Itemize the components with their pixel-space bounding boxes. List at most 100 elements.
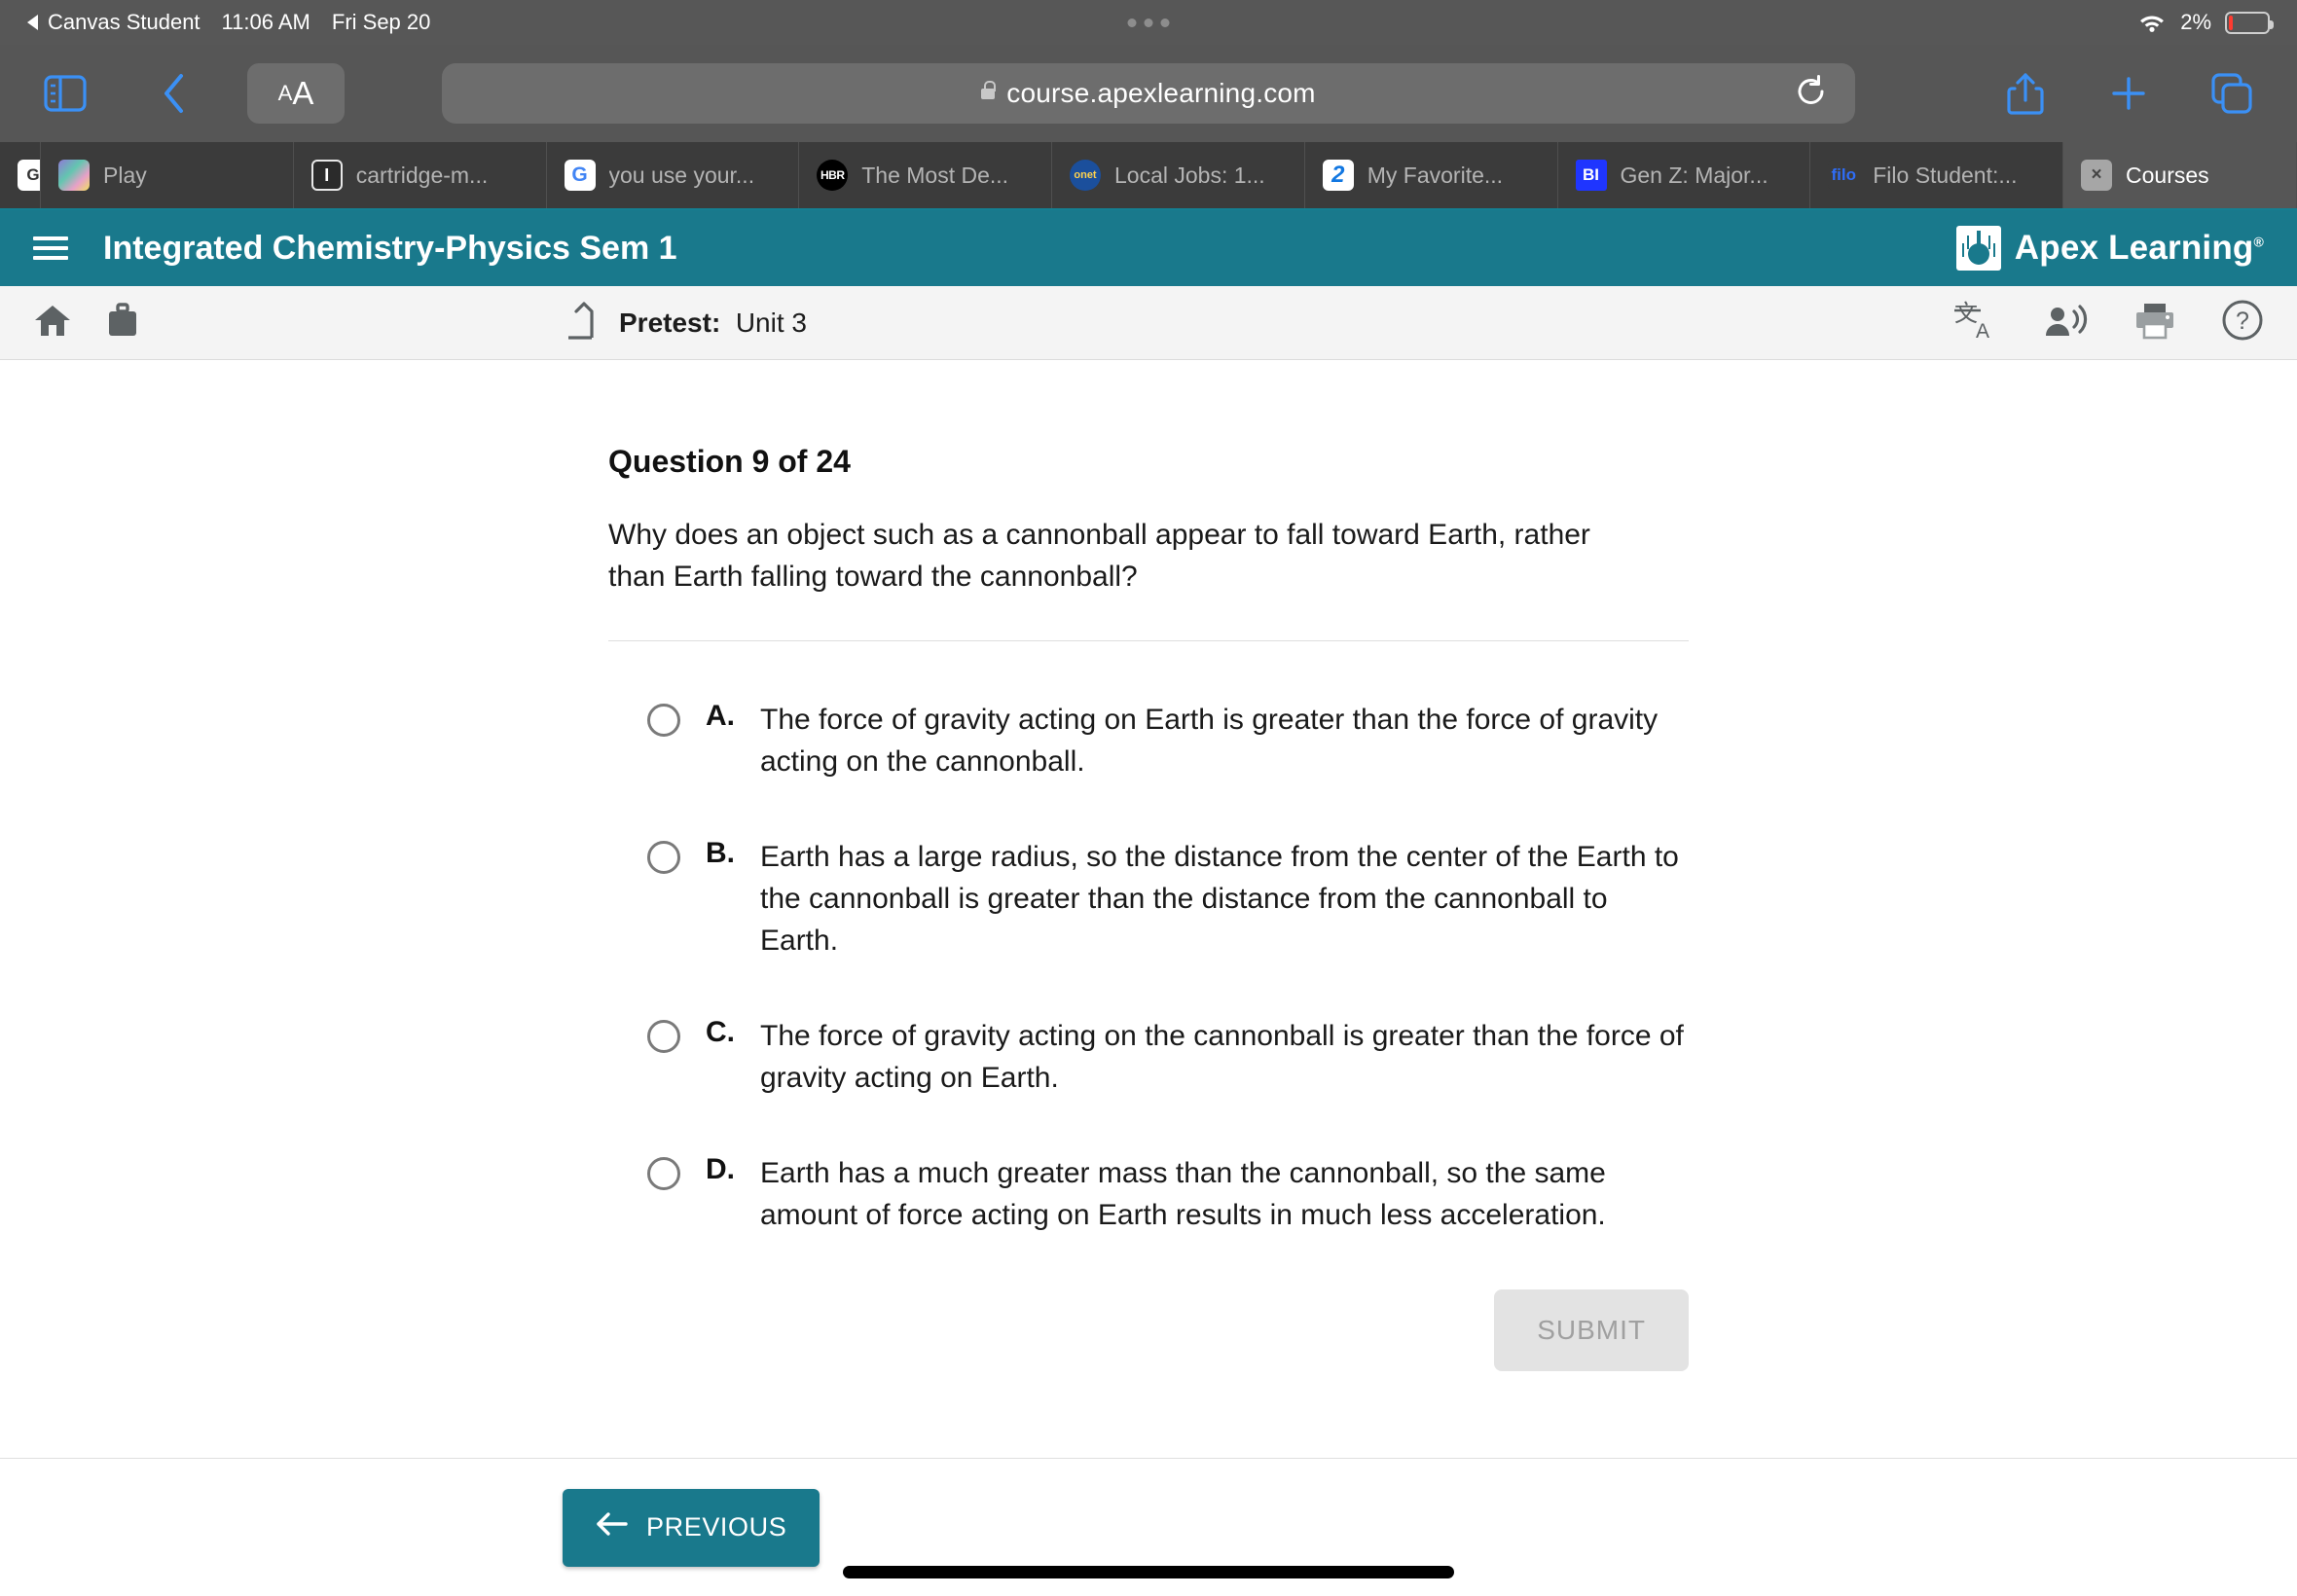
google-icon: G xyxy=(564,160,596,191)
back-to-app-icon[interactable] xyxy=(27,15,38,30)
browser-tab[interactable]: BI Gen Z: Major... xyxy=(1557,142,1811,208)
browser-tab-label: you use your... xyxy=(608,162,755,188)
radio-button[interactable] xyxy=(647,1020,680,1054)
zillow-icon: 2 xyxy=(1322,160,1354,191)
question-card: Question 9 of 24 Why does an object such… xyxy=(608,360,1689,1458)
answer-option[interactable]: D. Earth has a much greater mass than the… xyxy=(647,1151,1689,1236)
battery-percent-label: 2% xyxy=(2180,10,2211,34)
option-letter: D. xyxy=(706,1153,735,1186)
g-icon: G xyxy=(18,160,40,191)
browser-tab-label: The Most De... xyxy=(861,162,1009,188)
option-letter: A. xyxy=(706,700,735,733)
status-time: 11:06 AM xyxy=(221,10,310,34)
ios-status-bar: Canvas Student 11:06 AM Fri Sep 20 2% xyxy=(0,0,2297,45)
multitask-dots[interactable] xyxy=(1127,18,1170,27)
reload-icon[interactable] xyxy=(1795,74,1828,114)
menu-line-2 xyxy=(33,246,68,250)
radio-button[interactable] xyxy=(647,704,680,738)
onet-icon: onet xyxy=(1070,160,1101,191)
svg-text:?: ? xyxy=(2236,308,2249,335)
brand-name-text: Apex Learning xyxy=(2014,229,2254,267)
new-tab-icon[interactable] xyxy=(2095,59,2163,127)
hbr-icon: HBR xyxy=(817,160,849,191)
text-size-small-label: A xyxy=(277,81,293,105)
option-text: Earth has a large radius, so the distanc… xyxy=(760,841,1679,957)
option-text: The force of gravity acting on Earth is … xyxy=(760,704,1659,778)
submit-button[interactable]: SUBMIT xyxy=(1494,1288,1689,1371)
text-size-large-label: A xyxy=(292,75,314,111)
text-size-button[interactable]: AA xyxy=(247,63,345,124)
browser-tab[interactable]: Icartridge-m... xyxy=(293,142,547,208)
option-text: The force of gravity acting on the canno… xyxy=(760,1020,1684,1094)
list-menu-icon[interactable] xyxy=(33,236,68,260)
battery-level xyxy=(2229,15,2233,30)
dot-3 xyxy=(1160,18,1170,27)
page-title: Integrated Chemistry-Physics Sem 1 xyxy=(103,229,677,267)
status-date: Fri Sep 20 xyxy=(331,10,431,34)
apex-app-header: Integrated Chemistry-Physics Sem 1 Apex … xyxy=(0,210,2297,286)
wifi-icon xyxy=(2140,16,2165,32)
status-bar-left: Canvas Student 11:06 AM Fri Sep 20 xyxy=(27,10,430,35)
dot-2 xyxy=(1144,18,1153,27)
level-up-icon[interactable] xyxy=(563,301,598,345)
sidebar-icon[interactable] xyxy=(31,59,99,127)
filo-icon: filo xyxy=(1828,160,1860,191)
address-bar[interactable]: AA course.apexlearning.com xyxy=(247,63,1855,124)
question-prompt: Why does an object such as a cannonball … xyxy=(608,519,1590,593)
navigation-footer: PREVIOUS xyxy=(0,1458,2297,1596)
brand-name-label: Apex Learning® xyxy=(2015,229,2264,268)
url-text: course.apexlearning.com xyxy=(1006,78,1316,108)
answer-option[interactable]: B. Earth has a large radius, so the dista… xyxy=(647,835,1689,961)
radio-button[interactable] xyxy=(647,841,680,875)
question-number: Question 9 of 24 xyxy=(608,444,851,479)
arrow-left-icon xyxy=(596,1511,629,1543)
browser-tab[interactable]: G xyxy=(0,142,41,208)
previous-button-label: PREVIOUS xyxy=(646,1512,787,1542)
svg-text:A: A xyxy=(1976,320,1989,341)
lock-icon xyxy=(981,80,997,99)
option-letter: B. xyxy=(706,837,735,870)
browser-tab[interactable]: × Courses xyxy=(2063,142,2297,208)
home-indicator[interactable] xyxy=(843,1566,1454,1578)
answer-option[interactable]: A. The force of gravity acting on Earth i… xyxy=(647,698,1689,782)
submit-row: SUBMIT xyxy=(608,1288,1689,1371)
browser-tab[interactable]: Play xyxy=(41,142,294,208)
toolbar-actions: 文 A ? xyxy=(1953,299,2264,346)
business-insider-icon: BI xyxy=(1575,160,1607,191)
menu-line-1 xyxy=(33,236,68,240)
question-content-area: Question 9 of 24 Why does an object such… xyxy=(0,360,2297,1458)
previous-button[interactable]: PREVIOUS xyxy=(563,1488,820,1567)
browser-tab-label: Courses xyxy=(2126,162,2209,188)
print-icon[interactable] xyxy=(2133,301,2176,345)
browser-tab[interactable]: onet Local Jobs: 1... xyxy=(1052,142,1305,208)
browser-tab[interactable]: filo Filo Student:... xyxy=(1810,142,2063,208)
briefcase-icon[interactable] xyxy=(105,303,140,343)
browser-back-button[interactable] xyxy=(140,59,208,127)
read-aloud-icon[interactable] xyxy=(2042,301,2089,345)
option-text: Earth has a much greater mass than the c… xyxy=(760,1157,1606,1231)
close-icon: × xyxy=(2081,160,2112,191)
home-icon[interactable] xyxy=(33,303,72,343)
breadcrumb-value: Unit 3 xyxy=(735,307,807,338)
browser-tab[interactable]: 2 My Favorite... xyxy=(1304,142,1558,208)
radio-button[interactable] xyxy=(647,1157,680,1191)
browser-tab-label: My Favorite... xyxy=(1367,162,1504,188)
share-icon[interactable] xyxy=(1991,59,2060,127)
option-letter: C. xyxy=(706,1016,735,1049)
registered-mark: ® xyxy=(2253,234,2264,250)
browser-tab[interactable]: HBR The Most De... xyxy=(799,142,1052,208)
apex-learning-logo: Apex Learning® xyxy=(1955,226,2264,271)
help-circle-icon[interactable]: ? xyxy=(2221,299,2264,346)
browser-tab-label: Play xyxy=(103,162,147,188)
browser-tab[interactable]: Gyou use your... xyxy=(546,142,800,208)
activity-sub-toolbar: Pretest: Unit 3 文 A ? xyxy=(0,286,2297,360)
previous-app-name[interactable]: Canvas Student xyxy=(48,10,201,35)
tabs-overview-icon[interactable] xyxy=(2198,59,2266,127)
browser-tab-strip: G Play Icartridge-m... Gyou use your... HBR… xyxy=(0,142,2297,210)
apex-sunburst-icon xyxy=(1955,226,2001,271)
svg-text:文: 文 xyxy=(1954,301,1978,327)
breadcrumb-label: Pretest: xyxy=(619,307,721,338)
browser-tab-label: cartridge-m... xyxy=(355,162,489,188)
translate-icon[interactable]: 文 A xyxy=(1953,300,1997,345)
answer-option[interactable]: C. The force of gravity acting on the can… xyxy=(647,1014,1689,1099)
